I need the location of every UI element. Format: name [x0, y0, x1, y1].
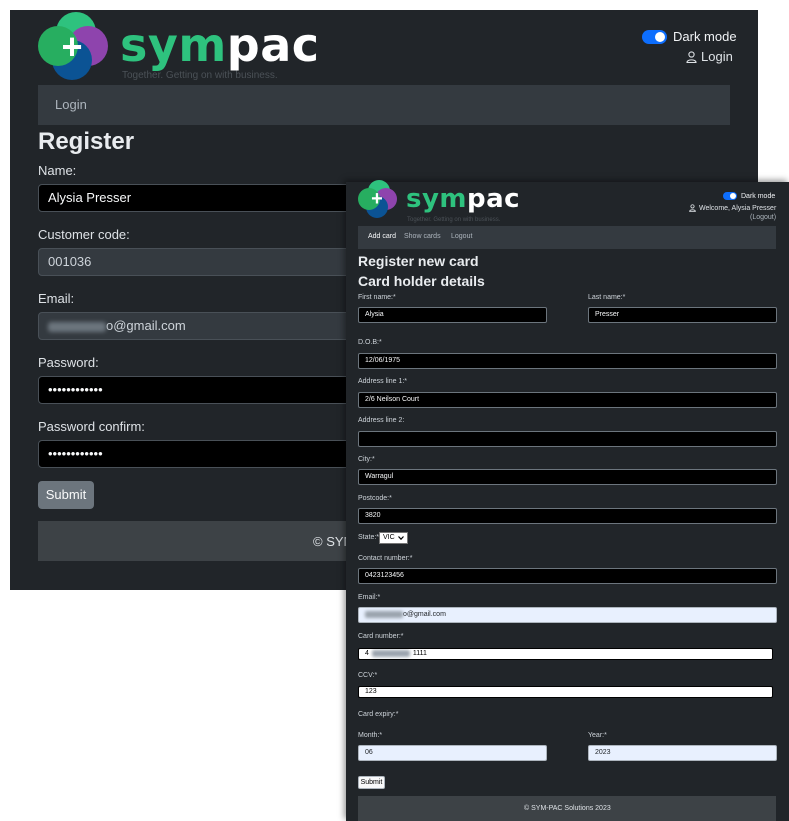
password-confirm-input[interactable]: •••••••••••• — [38, 440, 358, 468]
card-number-input[interactable]: 4 1111 — [358, 648, 773, 660]
welcome-label: Welcome, Alysia Presser — [699, 204, 777, 212]
brand-tagline: Together. Getting on with business. — [122, 70, 278, 81]
email-input[interactable]: o@gmail.com — [38, 312, 358, 340]
month-label: Month:* — [358, 732, 383, 739]
email-value: o@gmail.com — [106, 318, 186, 333]
user-icon — [686, 50, 697, 63]
dob-label: D.O.B:* — [358, 339, 382, 346]
navbar: Add card Show cards Logout — [358, 226, 776, 249]
login-link-label: Login — [701, 49, 733, 64]
plus-icon: + — [61, 26, 83, 67]
password-confirm-label: Password confirm: — [38, 419, 145, 434]
city-input[interactable]: Warragul — [358, 469, 777, 485]
dark-mode-label: Dark mode — [741, 192, 776, 200]
state-value: VIC — [383, 534, 395, 541]
brand-part-sym: sym — [120, 18, 227, 72]
chevron-down-icon — [397, 536, 404, 540]
month-input[interactable]: 06 — [358, 745, 547, 761]
page-title: Register new card — [358, 253, 479, 269]
submit-button[interactable]: Submit — [38, 481, 94, 509]
footer-text: © SYM-PAC Solutions 2023 — [524, 805, 611, 812]
dark-mode-toggle[interactable]: Dark mode — [723, 192, 775, 200]
contact-label: Contact number:* — [358, 555, 413, 562]
first-name-label: First name:* — [358, 294, 396, 301]
nav-logout[interactable]: Logout — [451, 233, 472, 240]
name-label: Name: — [38, 163, 77, 178]
logout-link[interactable]: (Logout) — [750, 214, 776, 221]
dark-mode-label: Dark mode — [673, 29, 737, 44]
state-label: State:* — [358, 534, 380, 541]
section-title: Card holder details — [358, 273, 485, 289]
toggle-switch[interactable] — [723, 192, 737, 200]
state-select[interactable]: VIC — [379, 532, 408, 544]
city-label: City:* — [358, 456, 375, 463]
redacted-text — [371, 649, 410, 657]
redacted-text — [48, 321, 106, 332]
footer: © SYM-PAC Solutions 2023 — [358, 796, 776, 821]
password-input[interactable]: •••••••••••• — [38, 376, 358, 404]
card-expiry-label: Card expiry:* — [358, 711, 399, 718]
first-name-input[interactable]: Alysia — [358, 307, 547, 323]
year-input[interactable]: 2023 — [588, 745, 777, 761]
customer-code-input[interactable]: 001036 — [38, 248, 358, 276]
ccv-label: CCV:* — [358, 672, 378, 679]
sympac-logo: + — [38, 12, 110, 80]
add-card-window: + sympac Together. Getting on with busin… — [346, 180, 789, 821]
plus-icon: + — [371, 188, 383, 210]
email-input[interactable]: o@gmail.com — [358, 607, 777, 623]
submit-button[interactable]: Submit — [358, 776, 385, 789]
ccv-input[interactable]: 123 — [358, 686, 773, 698]
user-icon — [689, 204, 696, 212]
brand-part-pac: pac — [467, 184, 521, 214]
dob-input[interactable]: 12/06/1975 — [358, 353, 777, 369]
card-number-label: Card number:* — [358, 633, 404, 640]
nav-show-cards[interactable]: Show cards — [404, 233, 441, 240]
dark-mode-toggle[interactable]: Dark mode — [642, 29, 737, 44]
brand-name: sympac — [406, 184, 520, 214]
year-label: Year:* — [588, 732, 607, 739]
welcome-text: Welcome, Alysia Presser — [689, 204, 776, 212]
customer-code-label: Customer code: — [38, 227, 130, 242]
email-label: Email:* — [358, 594, 381, 601]
brand-tagline: Together. Getting on with business. — [407, 217, 501, 223]
address2-label: Address line 2: — [358, 417, 405, 424]
card-number-start: 4 — [365, 650, 369, 657]
sympac-logo: + — [358, 180, 398, 218]
email-value: o@gmail.com — [403, 611, 446, 618]
brand-part-pac: pac — [226, 18, 320, 72]
redacted-text — [365, 610, 403, 618]
card-number-end: 1111 — [412, 650, 427, 657]
address1-label: Address line 1:* — [358, 378, 408, 385]
address2-input[interactable] — [358, 431, 777, 447]
last-name-label: Last name:* — [588, 294, 626, 301]
nav-login[interactable]: Login — [55, 97, 87, 112]
address1-input[interactable]: 2/6 Neilson Court — [358, 392, 777, 408]
name-input[interactable]: Alysia Presser — [38, 184, 358, 212]
login-link[interactable]: Login — [686, 49, 733, 64]
nav-add-card[interactable]: Add card — [368, 233, 396, 240]
email-label: Email: — [38, 291, 75, 306]
password-label: Password: — [38, 355, 99, 370]
postcode-input[interactable]: 3820 — [358, 508, 777, 524]
toggle-switch[interactable] — [642, 29, 667, 44]
last-name-input[interactable]: Presser — [588, 307, 777, 323]
postcode-label: Postcode:* — [358, 495, 392, 502]
navbar: Login — [38, 85, 730, 125]
brand-part-sym: sym — [406, 184, 468, 214]
brand-name: sympac — [120, 18, 320, 72]
contact-input[interactable]: 0423123456 — [358, 568, 777, 584]
page-title: Register — [38, 128, 135, 155]
